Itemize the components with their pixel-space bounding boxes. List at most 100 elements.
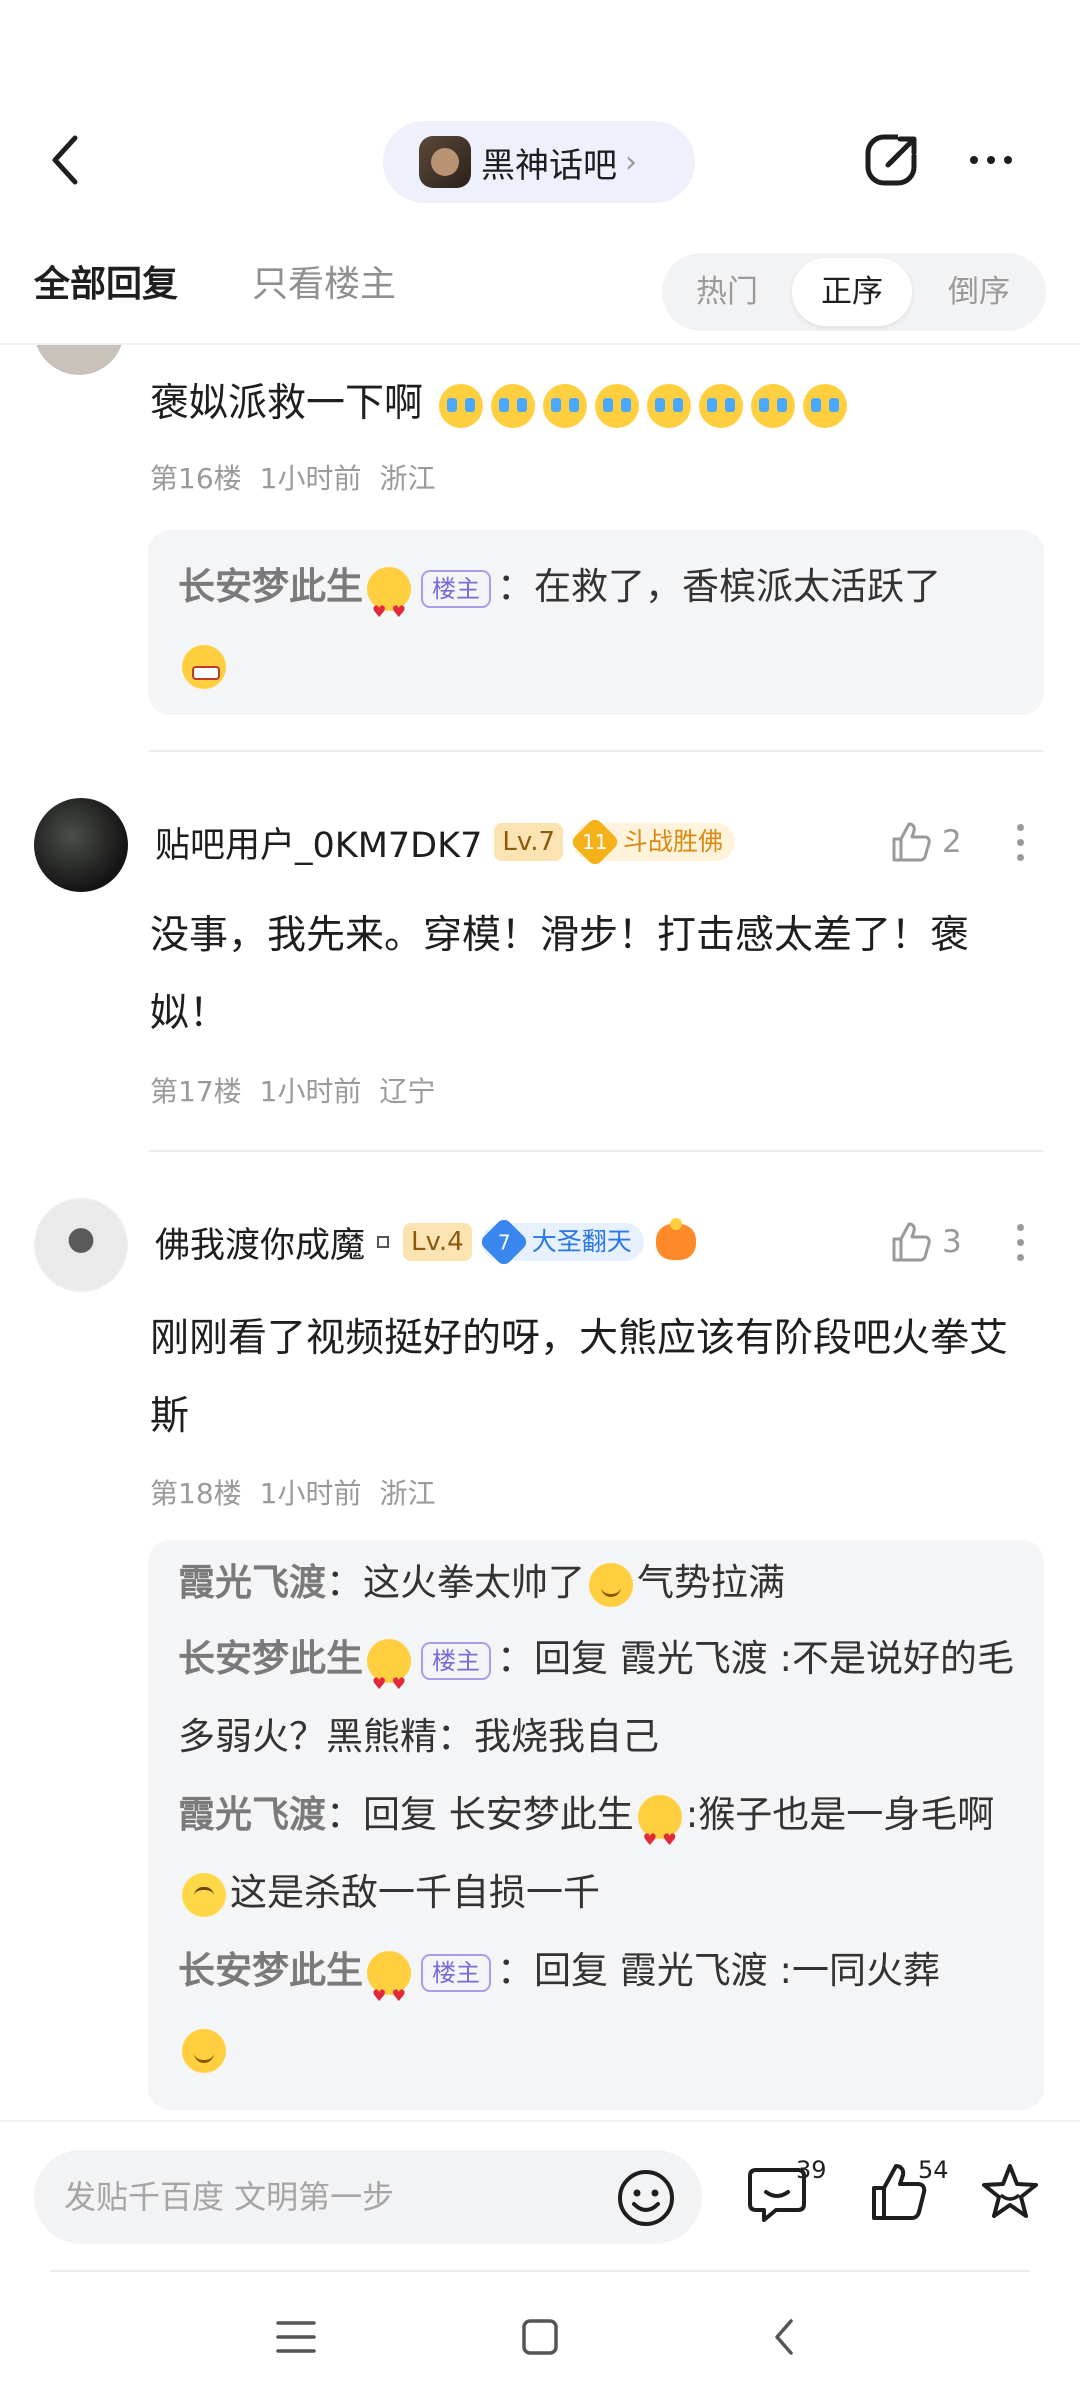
reply-input[interactable] [64,2150,604,2244]
sub-reply: 长安梦此生 楼主：回复 霞光飞渡 :一同火葬 [178,1932,1014,2088]
avatar[interactable] [34,1198,128,1292]
smug-emoji-icon [589,1562,633,1607]
badge-number: 11 [582,829,608,854]
more-options-icon[interactable] [1000,1212,1040,1272]
emoji-picker-icon[interactable] [614,2166,678,2230]
divider [50,2270,1030,2272]
reply-author[interactable]: 长安梦此生 [178,565,363,608]
like-button[interactable]: 2 [888,812,962,872]
post-text: 褒姒派救一下啊 [150,381,424,426]
reply-colon: ： [497,565,534,608]
favorite-button[interactable] [978,2160,1058,2236]
crying-emoji-icon [595,383,640,428]
owner-tag: 楼主 [421,1953,491,1992]
star-icon [982,2164,1038,2218]
heart-eyes-emoji-icon [367,1950,411,2035]
title-badge: 11 斗战胜佛 [569,816,736,868]
more-icon[interactable] [960,129,1022,191]
square-icon [377,1236,390,1248]
sub-reply-cont [178,626,1014,704]
like-count: 2 [942,824,962,860]
reply-author[interactable]: 霞光飞渡 [178,1793,326,1836]
post-location: 辽宁 [379,1075,436,1108]
forum-name: 黑神话吧 [481,145,617,186]
angry-emoji-icon [182,644,226,689]
reply-colon: ： [326,1561,363,1604]
post-text: 没事，我先来。穿模！滑步！打击感太差了！褒姒！ [150,913,970,1036]
sort-descending[interactable]: 倒序 [924,258,1034,326]
badge-text: 大圣翻天 [531,1227,632,1256]
crying-emoji-icon [647,383,692,428]
username[interactable]: 贴吧用户_0KM7DK7 [155,817,482,868]
badge-text: 斗战胜佛 [623,827,724,856]
like-count: 3 [942,1224,962,1260]
sort-ascending[interactable]: 正序 [792,258,912,326]
reply-colon: ： [497,1949,534,1992]
floor-number: 第18楼 [150,1477,242,1510]
title-badge: 7 大圣翻天 [478,1216,644,1268]
level-badge: Lv.7 [494,823,564,861]
smile-emoji-icon [182,1872,226,1917]
crying-emoji-icon [543,383,588,428]
post-time: 1小时前 [259,1075,362,1108]
like-button[interactable]: 3 [888,1212,962,1272]
top-bar: 黑神话吧 › [0,115,1080,207]
floor-number: 第17楼 [150,1075,242,1108]
owner-tag: 楼主 [421,569,491,608]
post-text: 刚刚看了视频挺好的呀，大熊应该有阶段吧火拳艾斯 [150,1316,1009,1439]
floor-18-meta: 第18楼 1小时前 浙江 [150,1472,453,1512]
divider [148,1150,1044,1152]
status-bar-area [0,0,1080,115]
reply-text: 在救了，香槟派太活跃了 [534,565,941,608]
sub-reply: 长安梦此生 楼主：在救了，香槟派太活跃了 [178,548,1014,651]
heart-eyes-emoji-icon [367,566,411,651]
floor-17-meta: 第17楼 1小时前 辽宁 [150,1070,453,1110]
post-location: 浙江 [379,462,436,495]
sub-reply: 长安梦此生楼主：回复 霞光飞渡 :不是说好的毛多弱火？黑熊精：我烧我自己 [178,1620,1014,1776]
crying-emoji-icon [803,383,848,428]
reply-colon: ： [497,1637,534,1680]
like-post-button[interactable]: 54 [868,2156,949,2236]
reply-author[interactable]: 长安梦此生 [178,1637,363,1680]
tab-owner-only[interactable]: 只看楼主 [252,255,396,307]
username[interactable]: 佛我渡你成魔 [155,1217,365,1268]
comment-count: 39 [796,2156,827,2184]
forum-link[interactable]: 黑神话吧 › [383,121,695,203]
reply-input-box[interactable] [34,2150,702,2244]
reply-list[interactable]: 褒姒派救一下啊 第16楼1小时前浙江 长安梦此生楼主：在救了，香槟派太活跃了 贴… [0,345,1080,2120]
owner-tag: 楼主 [421,1641,491,1680]
tab-all-replies[interactable]: 全部回复 [34,255,178,307]
more-options-icon[interactable] [1000,812,1040,872]
home-icon[interactable] [500,2302,580,2372]
crying-emoji-icon [751,383,796,428]
menu-icon[interactable] [256,2302,336,2372]
forum-avatar [419,136,471,188]
heart-eyes-emoji-icon [637,1794,682,1879]
avatar [34,345,124,375]
divider [148,750,1044,752]
back-arrow-icon[interactable] [34,129,96,191]
floor-17-author: 贴吧用户_0KM7DK7 Lv.7 11 斗战胜佛 [155,812,736,872]
share-icon[interactable] [862,129,924,191]
sub-reply-box[interactable]: 霞光飞渡：这火拳太帅了气势拉满 长安梦此生楼主：回复 霞光飞渡 :不是说好的毛多… [148,1540,1044,2110]
floor-number: 第16楼 [150,462,242,495]
reply-author[interactable]: 长安梦此生 [178,1949,363,1992]
sort-hot[interactable]: 热门 [672,258,782,326]
sub-reply: 霞光飞渡：这火拳太帅了 气势拉满 [178,1546,1014,1620]
reply-filter-bar: 全部回复 只看楼主 热门 正序 倒序 [0,245,1080,345]
comment-button[interactable]: 39 [746,2156,827,2236]
gamepad-icon [655,1218,696,1260]
chevron-right-icon: › [625,144,637,180]
sub-reply-box[interactable]: 长安梦此生 楼主：在救了，香槟派太活跃了 [148,530,1044,715]
reply-author[interactable]: 霞光飞渡 [178,1561,326,1604]
badge-number: 7 [497,1229,511,1254]
heart-eyes-emoji-icon [367,1638,411,1723]
level-badge: Lv.4 [403,1223,472,1261]
crying-emoji-icon [439,383,484,428]
reply-text: 这火拳太帅了 [363,1561,585,1604]
avatar[interactable] [34,798,128,892]
back-nav-icon[interactable] [744,2302,824,2372]
crying-emoji-icon [699,383,744,428]
reply-text: 这是杀敌一千自损一千 [230,1871,600,1914]
divider [0,2120,1080,2122]
